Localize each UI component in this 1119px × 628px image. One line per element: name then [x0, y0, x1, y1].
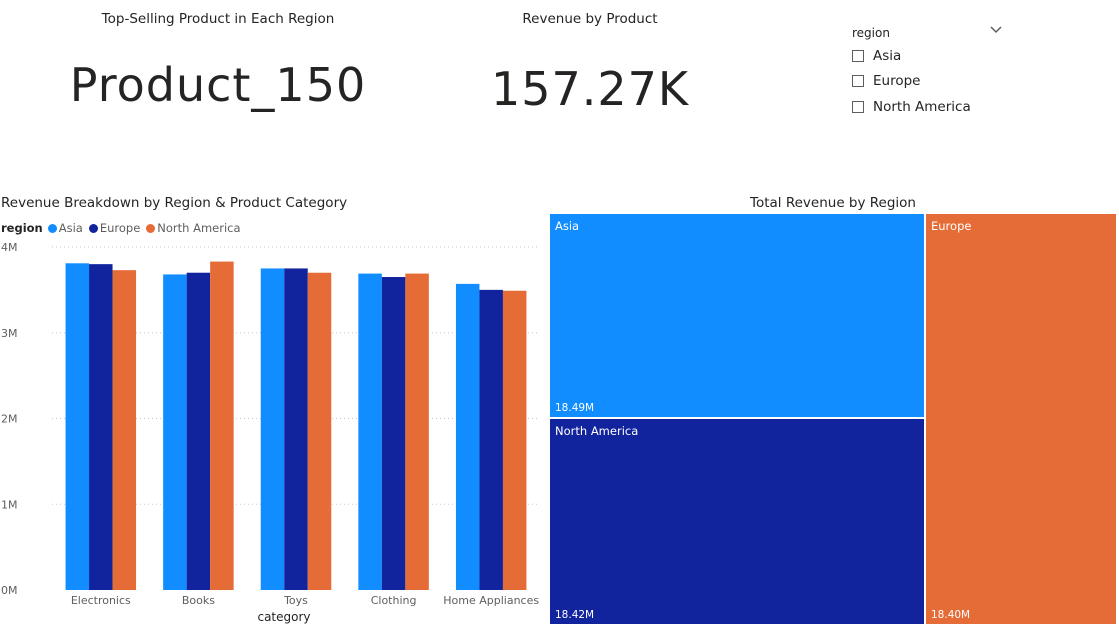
bar[interactable] — [65, 263, 90, 590]
legend-label: Asia — [58, 221, 83, 235]
bar[interactable] — [405, 273, 429, 590]
slicer-option-europe[interactable]: Europe — [852, 73, 920, 89]
y-tick-label: 4M — [1, 241, 18, 254]
bar-chart: 0M 1M 2M 3M 4M Electronics Books Toys Clothing Ho… — [1, 241, 540, 624]
slicer-option-north-america[interactable]: North America — [852, 99, 971, 115]
bar[interactable] — [284, 268, 308, 590]
treemap-tile-north-america[interactable]: North America 18.42M — [550, 419, 926, 624]
y-tick-label: 1M — [1, 498, 18, 511]
bar[interactable] — [186, 272, 211, 590]
treemap-tile-label: Europe — [931, 219, 972, 233]
x-axis-label: category — [257, 610, 310, 624]
treemap-title: Total Revenue by Region — [750, 195, 916, 211]
x-tick-label: Toys — [283, 594, 308, 607]
bar[interactable] — [112, 270, 137, 590]
legend-dot-europe — [88, 223, 98, 233]
bar[interactable] — [163, 274, 187, 590]
legend-dot-asia — [47, 223, 57, 233]
slicer-option-label: Asia — [873, 48, 902, 64]
bar[interactable] — [89, 264, 113, 590]
bar[interactable] — [307, 272, 332, 590]
treemap-tile-europe[interactable]: Europe 18.40M — [926, 214, 1116, 624]
legend-title: region — [1, 221, 43, 235]
bar[interactable] — [479, 289, 503, 590]
legend-label: North America — [157, 221, 241, 235]
top-product-card-title: Top-Selling Product in Each Region — [101, 11, 335, 27]
bar[interactable] — [210, 261, 234, 590]
slicer-option-asia[interactable]: Asia — [852, 48, 901, 64]
bar-chart-title: Revenue Breakdown by Region & Product Ca… — [1, 195, 348, 211]
bar[interactable] — [358, 273, 382, 590]
slicer-option-label: North America — [873, 99, 971, 115]
checkbox[interactable] — [852, 50, 864, 62]
legend-item-europe[interactable]: Europe — [88, 221, 141, 235]
legend-dot-north-america — [146, 223, 156, 233]
x-tick-label: Home Appliances — [443, 594, 539, 607]
x-tick-label: Clothing — [371, 594, 417, 607]
slicer-option-label: Europe — [873, 73, 921, 89]
bar[interactable] — [381, 277, 406, 590]
legend-label: Europe — [99, 221, 141, 235]
treemap-tile-value: 18.40M — [931, 609, 971, 621]
treemap-tile-asia[interactable]: Asia 18.49M — [550, 214, 926, 419]
bar-chart-legend: region Asia Europe North America — [1, 221, 247, 235]
y-tick-label: 3M — [1, 327, 18, 340]
treemap-tile-value: 18.49M — [555, 402, 595, 414]
treemap: Asia 18.49M North America 18.42M Europe … — [550, 214, 1116, 624]
checkbox[interactable] — [852, 101, 864, 113]
revenue-card-title: Revenue by Product — [522, 11, 658, 27]
legend-item-north-america[interactable]: North America — [146, 221, 241, 235]
y-tick-label: 0M — [1, 584, 18, 597]
y-tick-label: 2M — [1, 413, 18, 426]
bar[interactable] — [502, 290, 527, 590]
legend-item-asia[interactable]: Asia — [47, 221, 83, 235]
x-tick-label: Books — [182, 594, 215, 607]
x-tick-label: Electronics — [71, 594, 131, 607]
slicer-header: region — [852, 26, 890, 40]
treemap-tile-value: 18.42M — [555, 609, 595, 621]
checkbox[interactable] — [852, 75, 864, 87]
top-product-card-value[interactable]: Product_150 — [0, 58, 436, 112]
bar[interactable] — [260, 268, 285, 590]
treemap-tile-label: Asia — [555, 219, 580, 233]
bar[interactable] — [455, 283, 480, 590]
treemap-tile-label: North America — [555, 424, 639, 438]
revenue-card-value[interactable]: 157.27K — [440, 62, 740, 116]
chevron-down-icon[interactable] — [988, 23, 1004, 37]
